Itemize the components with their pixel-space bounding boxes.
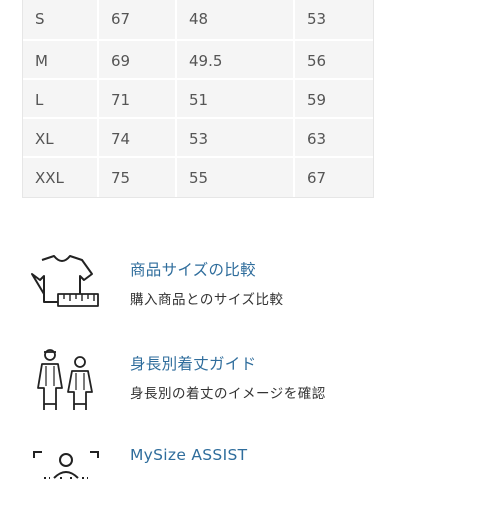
- value-cell: 53: [177, 119, 295, 158]
- tshirt-ruler-icon: [30, 254, 102, 318]
- table-row: L 71 51 59: [23, 78, 373, 119]
- table-row: S 67 48 53: [23, 0, 373, 41]
- table-row: M 69 49.5 56: [23, 39, 373, 80]
- feature-title[interactable]: MySize ASSIST: [130, 446, 247, 464]
- body-scan-icon: [30, 442, 102, 506]
- size-cell: XXL: [23, 158, 99, 197]
- feature-description: 身長別の着丈のイメージを確認: [130, 386, 326, 402]
- value-cell: 67: [307, 168, 327, 187]
- value-cell: 53: [307, 9, 327, 28]
- length-guide-link[interactable]: 身長別着丈ガイド 身長別の着丈のイメージを確認: [30, 348, 470, 418]
- size-cell: L: [23, 80, 99, 119]
- value-cell: 74: [99, 119, 177, 158]
- feature-title[interactable]: 身長別着丈ガイド: [130, 352, 256, 374]
- value-cell: 55: [177, 158, 295, 197]
- table-row: XL 74 53 63: [23, 117, 373, 158]
- value-cell: 59: [307, 90, 327, 109]
- size-comparison-link[interactable]: 商品サイズの比較 購入商品とのサイズ比較: [30, 254, 470, 324]
- value-cell: 49.5: [177, 41, 295, 80]
- people-figures-icon: [30, 348, 102, 412]
- value-cell: 71: [99, 80, 177, 119]
- size-cell: S: [23, 0, 99, 41]
- feature-title[interactable]: 商品サイズの比較: [130, 258, 256, 280]
- value-cell: 67: [99, 0, 177, 41]
- size-cell: M: [23, 41, 99, 80]
- size-table: S 67 48 53 M 69 49.5 56 L 71 51 59 XL 74…: [22, 0, 374, 198]
- value-cell: 69: [99, 41, 177, 80]
- value-cell: 63: [307, 129, 327, 148]
- mysize-assist-link[interactable]: MySize ASSIST: [30, 442, 470, 512]
- size-cell: XL: [23, 119, 99, 158]
- feature-description: 購入商品とのサイズ比較: [130, 292, 284, 308]
- value-cell: 51: [177, 80, 295, 119]
- value-cell: 75: [99, 158, 177, 197]
- table-row: XXL 75 55 67: [23, 156, 373, 197]
- value-cell: 48: [177, 0, 295, 41]
- value-cell: 56: [307, 51, 327, 70]
